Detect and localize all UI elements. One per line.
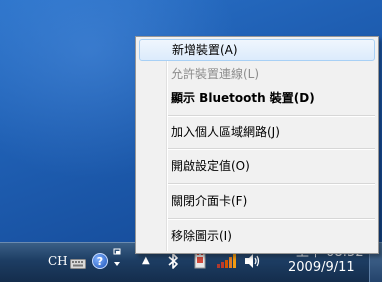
bluetooth-context-menu: 新增裝置(A) 允許裝置連線(L) 顯示 Bluetooth 裝置(D) 加入個…: [135, 36, 379, 254]
menu-separator: [168, 218, 375, 220]
menu-item-join-pan[interactable]: 加入個人區域網路(J): [139, 121, 375, 143]
language-bar-options-icon[interactable]: [112, 248, 122, 270]
menu-item-label: 關閉介面卡(F): [171, 194, 248, 208]
menu-separator: [168, 148, 375, 150]
volume-icon[interactable]: [244, 253, 262, 269]
menu-item-open-settings[interactable]: 開啟設定值(O): [139, 155, 375, 177]
menu-item-label: 加入個人區域網路(J): [171, 125, 280, 139]
bluetooth-icon[interactable]: [166, 252, 180, 270]
help-icon[interactable]: ?: [92, 253, 108, 269]
menu-item-label: 開啟設定值(O): [171, 159, 250, 173]
show-hidden-icons-icon[interactable]: ▲: [142, 255, 150, 266]
keyboard-icon[interactable]: [70, 255, 86, 269]
menu-item-turn-off-adapter[interactable]: 關閉介面卡(F): [139, 190, 375, 212]
menu-separator: [168, 115, 375, 117]
menu-item-label: 移除圖示(I): [171, 229, 232, 243]
network-icon[interactable]: [216, 253, 238, 269]
desktop: 新增裝置(A) 允許裝置連線(L) 顯示 Bluetooth 裝置(D) 加入個…: [0, 0, 382, 282]
menu-item-label: 顯示 Bluetooth 裝置(D): [171, 91, 315, 105]
menu-separator: [168, 183, 375, 185]
menu-item-allow-connection[interactable]: 允許裝置連線(L): [139, 63, 375, 85]
menu-item-show-bluetooth-devices[interactable]: 顯示 Bluetooth 裝置(D): [139, 87, 375, 109]
clock-date[interactable]: 2009/9/11: [288, 260, 355, 275]
language-indicator[interactable]: CH: [48, 254, 68, 268]
menu-item-add-device[interactable]: 新增裝置(A): [139, 39, 375, 61]
menu-item-remove-icon[interactable]: 移除圖示(I): [139, 225, 375, 247]
menu-item-label: 新增裝置(A): [172, 43, 238, 57]
menu-item-label: 允許裝置連線(L): [171, 67, 260, 81]
